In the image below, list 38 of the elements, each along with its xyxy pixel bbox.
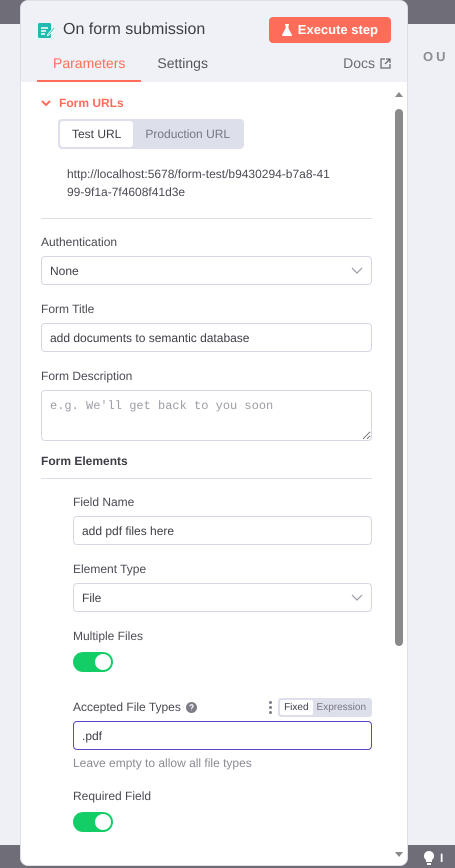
select-field[interactable]: File [73, 583, 372, 612]
form-icon [37, 21, 55, 39]
url-tab[interactable]: Test URL [60, 121, 134, 147]
scroll-down-icon[interactable] [395, 852, 403, 857]
field-label: Form Description [41, 368, 132, 385]
flask-icon [282, 24, 292, 36]
scrollbar-thumb[interactable] [395, 109, 403, 646]
field-label: Authentication [41, 234, 118, 251]
input-field[interactable]: add pdf files here [73, 516, 372, 545]
input-field[interactable]: add documents to semantic database [41, 323, 372, 352]
external-link-icon [380, 58, 391, 69]
chevron-down-icon [351, 267, 363, 274]
select-field[interactable]: None [41, 256, 372, 285]
field-label: Required Field [73, 788, 152, 803]
field-label: Element Type [73, 561, 146, 578]
toggle-switch[interactable] [73, 652, 113, 672]
field-label: Multiple Files [73, 628, 144, 643]
tip-text: I [440, 850, 444, 867]
field-label: Accepted File Types [73, 699, 181, 716]
help-icon[interactable] [186, 702, 197, 712]
node-title: On form submission [63, 20, 206, 40]
output-heading: OU [423, 48, 448, 66]
section-title: Form Elements [41, 453, 129, 470]
scroll-up-icon[interactable] [395, 92, 403, 97]
field-label: Field Name [73, 494, 134, 511]
hint-text: Leave empty to allow all file types [73, 755, 253, 772]
panel-tab[interactable]: Settings [141, 53, 224, 82]
lightbulb-icon [424, 851, 434, 865]
caret-icon[interactable] [41, 100, 51, 106]
options-icon[interactable] [269, 700, 272, 714]
textarea-field[interactable]: e.g. We'll get back to you soon [41, 390, 372, 441]
mode-tab[interactable]: Fixed [280, 700, 313, 714]
chevron-down-icon [351, 594, 363, 601]
input-field[interactable]: .pdf [73, 721, 372, 750]
field-label: Form Title [41, 301, 94, 318]
url-text: http://localhost:5678/form-test/b9430294-b7a8-4199-9f1a-7f4608f41d3e [67, 166, 331, 201]
docs-link[interactable]: Docs [343, 53, 391, 82]
toggle-switch[interactable] [73, 812, 113, 832]
